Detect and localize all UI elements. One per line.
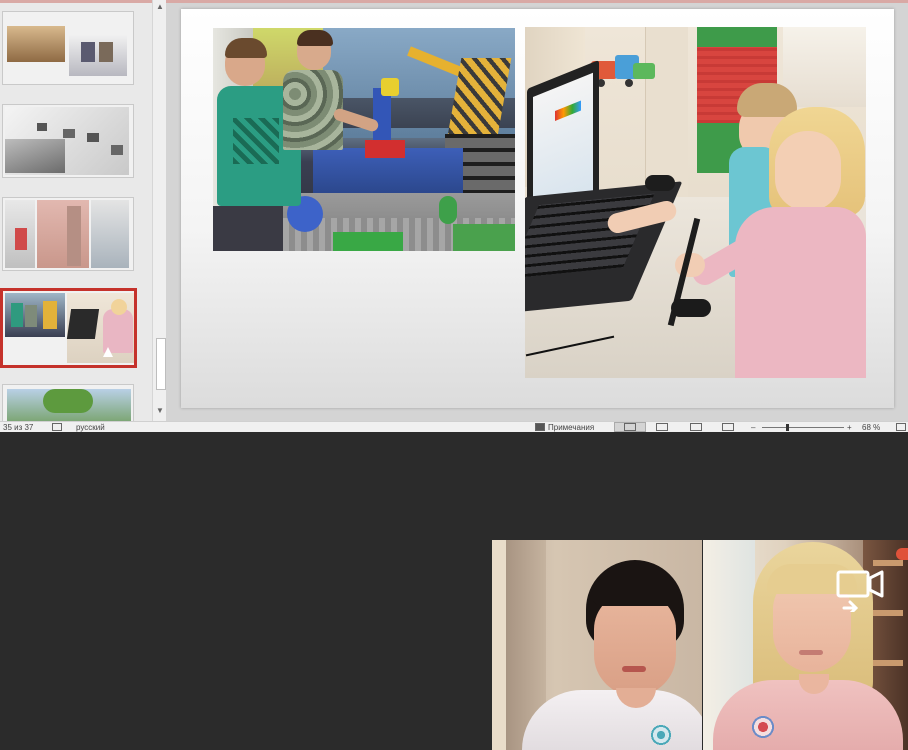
slide-thumbnail-5[interactable] (2, 384, 134, 421)
kids-laptop-photo (525, 27, 866, 378)
recording-indicator (896, 548, 908, 560)
screen-share-icon[interactable] (836, 568, 884, 612)
slide-thumbnail-1[interactable] (2, 11, 134, 85)
status-bar: 35 из 37 русский Примечания – + 68 % (0, 421, 908, 432)
zoom-slider-handle[interactable] (786, 424, 789, 431)
scroll-down-arrow-icon[interactable]: ▼ (153, 405, 167, 417)
slide-counter: 35 из 37 (3, 423, 34, 432)
slide-thumbnail-2[interactable] (2, 104, 134, 178)
notes-button[interactable]: Примечания (548, 423, 594, 432)
language-indicator[interactable]: русский (76, 423, 105, 432)
slide-thumbnail-pane[interactable] (0, 3, 152, 421)
thumbnail-scrollbar[interactable]: ▲ ▼ (152, 0, 166, 421)
slide-thumbnail-3[interactable] (2, 197, 134, 271)
scroll-up-arrow-icon[interactable]: ▲ (153, 1, 167, 13)
slide-sorter-icon[interactable] (656, 423, 668, 431)
zoom-in-button[interactable]: + (847, 423, 852, 432)
zoom-level[interactable]: 68 % (862, 423, 880, 432)
fit-to-window-icon[interactable] (896, 423, 906, 431)
reading-view-icon[interactable] (690, 423, 702, 431)
presentation-window: ▲ ▼ 35 из 37 русский Примечания – + 68 % (0, 0, 908, 432)
spelling-check-icon[interactable] (52, 423, 62, 431)
scrollbar-thumb[interactable] (156, 338, 166, 390)
slide-show-icon[interactable] (722, 423, 734, 431)
mouse-cursor-icon (103, 347, 113, 357)
participant-left (492, 540, 702, 750)
notes-icon[interactable] (535, 423, 545, 431)
slide-thumbnail-4[interactable] (0, 288, 137, 368)
zoom-slider[interactable] (762, 427, 844, 428)
normal-view-icon (624, 423, 636, 431)
lego-construction-photo (213, 28, 515, 251)
zoom-out-button[interactable]: – (751, 423, 755, 432)
